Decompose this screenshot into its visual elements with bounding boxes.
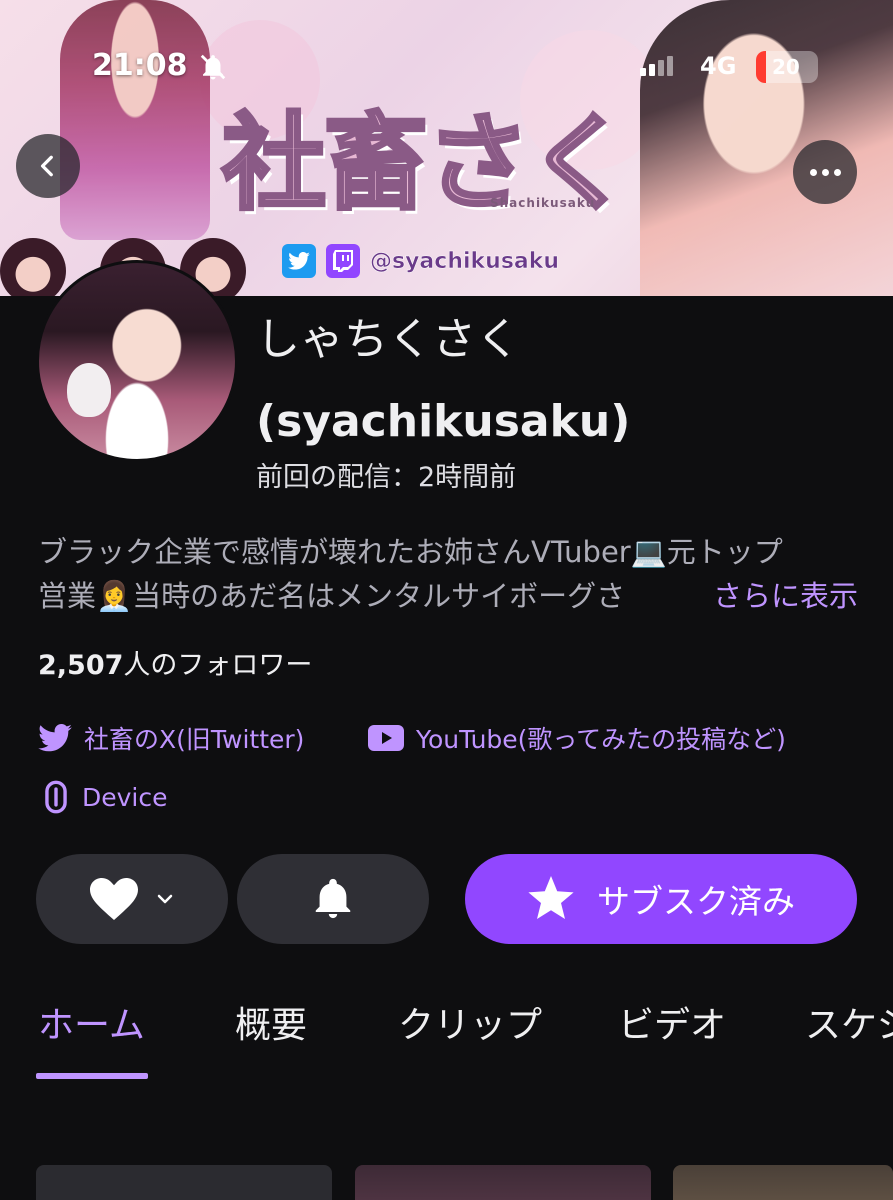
channel-bio: ブラック企業で感情が壊れたお姉さんVTuber💻元トップ 営業👩‍💼当時のあだ名… bbox=[38, 530, 858, 618]
chevron-left-icon bbox=[40, 155, 53, 177]
chevron-down-icon bbox=[157, 894, 173, 904]
banner-social-row: @syachikusaku bbox=[282, 244, 559, 278]
battery-level: 20 bbox=[772, 55, 800, 79]
channel-display-name: しゃちくさく bbox=[256, 314, 520, 365]
star-icon bbox=[528, 876, 574, 919]
subscribe-button[interactable]: サブスク済み bbox=[465, 854, 857, 944]
bell-icon bbox=[315, 878, 351, 919]
notification-button[interactable] bbox=[237, 854, 429, 944]
content-thumbnail[interactable] bbox=[355, 1165, 651, 1200]
banner-logo-subtitle: Shachikusaku bbox=[490, 196, 596, 210]
signal-icon bbox=[640, 56, 673, 76]
twitter-icon bbox=[38, 724, 72, 752]
link-label: 社畜のX(旧Twitter) bbox=[84, 725, 305, 754]
channel-tabs: ホーム 概要 クリップ ビデオ スケジュール bbox=[0, 996, 893, 1080]
link-label: YouTube(歌ってみたの投稿など) bbox=[416, 725, 786, 754]
link-youtube[interactable]: YouTube(歌ってみたの投稿など) bbox=[368, 720, 786, 756]
twitter-icon bbox=[282, 244, 316, 278]
content-thumbnail[interactable] bbox=[36, 1165, 332, 1200]
tab-home[interactable]: ホーム bbox=[38, 996, 145, 1048]
banner-chibi bbox=[0, 238, 66, 296]
more-options-button[interactable] bbox=[793, 140, 857, 204]
tab-schedule[interactable]: スケジュール bbox=[805, 996, 893, 1048]
twitch-icon bbox=[326, 244, 360, 278]
link-device[interactable]: Device bbox=[42, 780, 168, 814]
active-tab-indicator bbox=[36, 1073, 148, 1079]
battery-icon: 20 bbox=[756, 51, 818, 83]
show-more-link[interactable]: さらに表示 bbox=[713, 574, 858, 618]
tab-clips[interactable]: クリップ bbox=[398, 996, 542, 1048]
link-label: Device bbox=[82, 782, 168, 812]
channel-login-name: (syachikusaku) bbox=[256, 396, 631, 447]
tab-about[interactable]: 概要 bbox=[235, 996, 307, 1048]
channel-avatar[interactable] bbox=[36, 260, 238, 462]
heart-icon bbox=[90, 878, 138, 920]
youtube-icon bbox=[368, 725, 404, 751]
follower-number: 2,507 bbox=[38, 650, 124, 681]
status-time: 21:08 bbox=[92, 48, 188, 83]
link-icon bbox=[45, 780, 67, 814]
bio-line-2: 営業👩‍💼当時のあだ名はメンタルサイボーグさ bbox=[38, 579, 626, 613]
banner-handle: @syachikusaku bbox=[370, 248, 560, 274]
banner-character-right bbox=[640, 0, 893, 296]
subscribe-label: サブスク済み bbox=[597, 882, 795, 921]
more-dots-icon bbox=[809, 168, 817, 176]
network-type: 4G bbox=[700, 52, 737, 80]
tab-videos[interactable]: ビデオ bbox=[618, 996, 726, 1048]
link-twitter[interactable]: 社畜のX(旧Twitter) bbox=[38, 720, 304, 756]
last-stream-info: 前回の配信：2時間前 bbox=[256, 462, 517, 493]
bio-line-1: ブラック企業で感情が壊れたお姉さんVTuber💻元トップ bbox=[38, 535, 783, 569]
content-thumbnail[interactable] bbox=[673, 1165, 893, 1200]
mute-bell-icon bbox=[198, 52, 228, 86]
follow-button[interactable] bbox=[36, 854, 228, 944]
channel-banner: 社畜さく Shachikusaku @syachikusaku bbox=[0, 0, 893, 296]
follower-suffix: 人のフォロワー bbox=[123, 650, 313, 681]
avatar-bunny bbox=[67, 363, 111, 417]
back-button[interactable] bbox=[16, 134, 80, 198]
banner-character-left bbox=[60, 0, 210, 240]
follower-count: 2,507人のフォロワー bbox=[38, 643, 312, 682]
